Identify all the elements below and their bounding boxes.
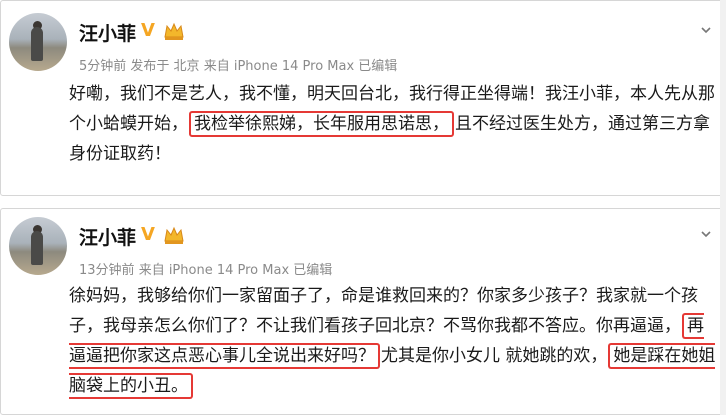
avatar[interactable] xyxy=(9,217,67,275)
verified-v-icon: V xyxy=(141,224,155,245)
vip-crown-icon xyxy=(164,22,184,40)
chevron-down-icon[interactable] xyxy=(699,227,713,241)
post-meta: 5分钟前 发布于 北京 来自 iPhone 14 Pro Max 已编辑 xyxy=(79,55,397,74)
author-name[interactable]: 汪小菲 xyxy=(79,19,136,46)
weibo-post-2: 汪小菲 V 13分钟前 来自 iPhone 14 Pro Max 已编辑 徐妈妈… xyxy=(0,208,726,415)
post-text-part: 徐妈妈，我够给你们一家留面子了，命是谁救回来的？你家多少孩子？我家就一个孩子，我… xyxy=(69,286,698,336)
post-device: 来自 iPhone 14 Pro Max xyxy=(203,59,355,74)
verified-v-icon: V xyxy=(141,20,155,41)
avatar[interactable] xyxy=(9,13,67,71)
chevron-down-icon[interactable] xyxy=(699,23,713,37)
post-text: 徐妈妈，我够给你们一家留面子了，命是谁救回来的？你家多少孩子？我家就一个孩子，我… xyxy=(69,281,719,401)
highlighted-text: 我检举徐熙娣，长年服用思诺思， xyxy=(189,111,454,137)
edited-label[interactable]: 已编辑 xyxy=(293,263,332,278)
weibo-post-1: 汪小菲 V 5分钟前 发布于 北京 来自 iPhone 14 Pro Max 已… xyxy=(0,0,726,196)
post-text-part: 尤其是你小女儿 就她跳的欢， xyxy=(381,346,608,366)
post-time[interactable]: 13分钟前 xyxy=(79,263,135,278)
author-name[interactable]: 汪小菲 xyxy=(79,223,136,250)
avatar-figure-body xyxy=(31,231,43,265)
vip-crown-icon xyxy=(164,226,184,244)
post-text: 好嘞，我们不是艺人，我不懂，明天回台北，我行得正坐得端！我汪小菲，本人先从那个小… xyxy=(69,79,719,169)
post-location: 发布于 北京 xyxy=(130,59,200,74)
scrollbar[interactable] xyxy=(720,0,726,415)
post-device: 来自 iPhone 14 Pro Max xyxy=(138,263,290,278)
edited-label[interactable]: 已编辑 xyxy=(358,59,397,74)
post-meta: 13分钟前 来自 iPhone 14 Pro Max 已编辑 xyxy=(79,259,332,278)
avatar-figure-body xyxy=(31,27,43,61)
post-time[interactable]: 5分钟前 xyxy=(79,59,126,74)
